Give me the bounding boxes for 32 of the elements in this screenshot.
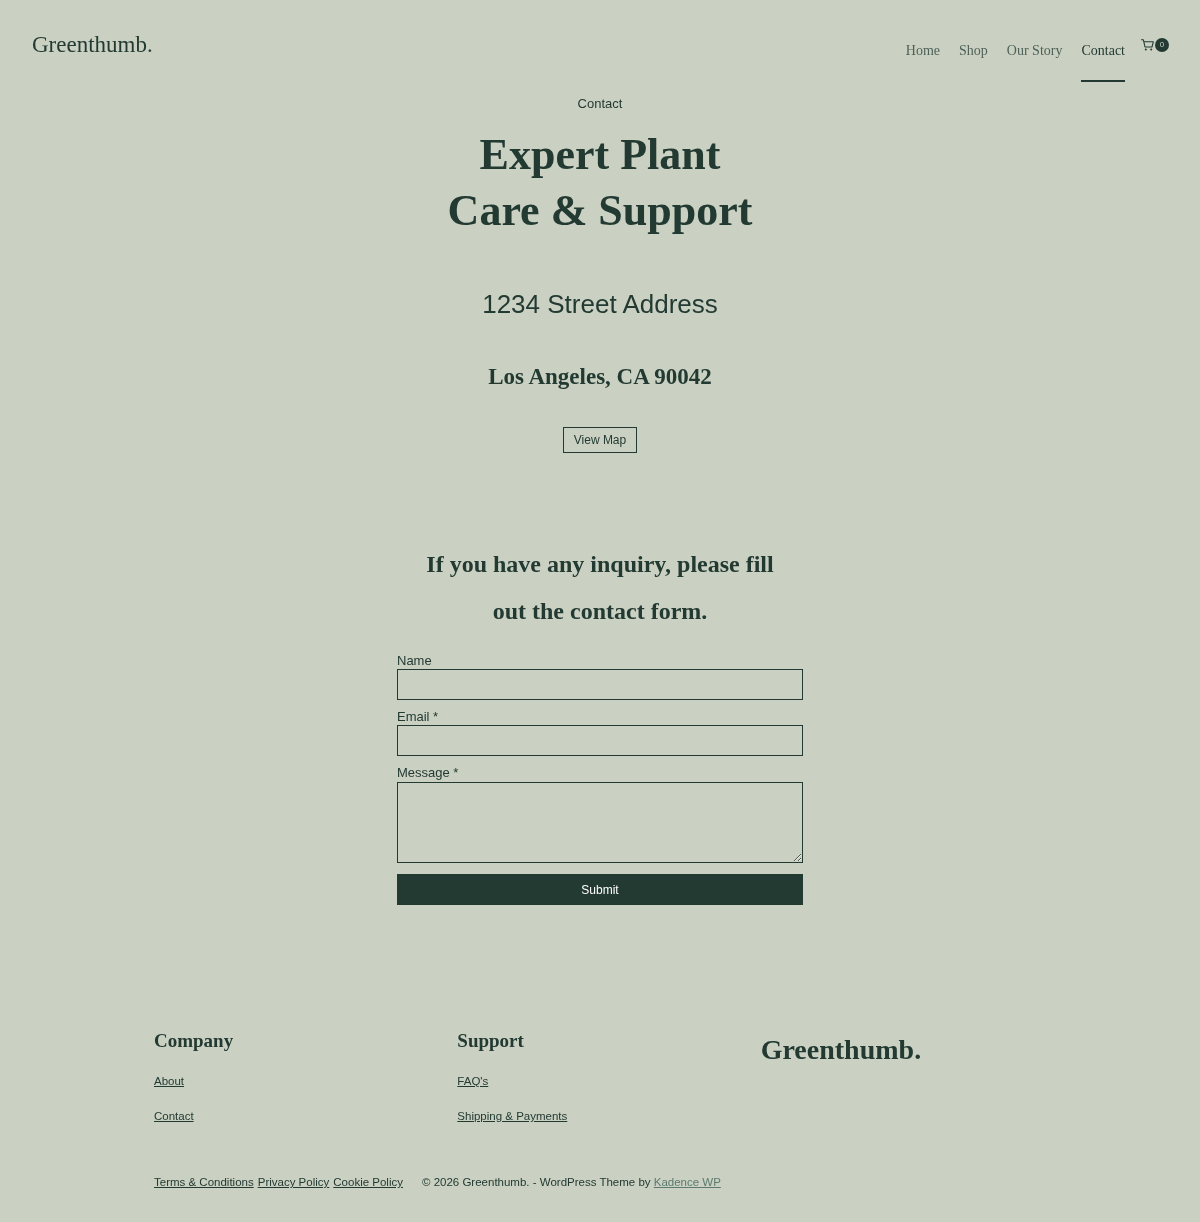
nav-link[interactable]: Our Story xyxy=(1006,20,1063,82)
nav-link[interactable]: Contact xyxy=(1081,20,1125,82)
copyright-text: © 2026 Greenthumb. - WordPress Theme by Kadence WP xyxy=(421,1175,721,1189)
footer-link[interactable]: About xyxy=(154,1074,185,1088)
cart-button[interactable]: 0 xyxy=(1141,38,1169,52)
nav-link[interactable]: Home xyxy=(905,20,941,82)
field-label: Email * xyxy=(397,709,439,725)
footer-heading: Company xyxy=(154,1029,234,1053)
field-label: Message * xyxy=(397,765,459,781)
field-label: Name xyxy=(397,653,432,669)
view-map-button[interactable]: View Map xyxy=(562,427,638,453)
cart-icon xyxy=(1141,39,1154,51)
footer-link[interactable]: Contact xyxy=(154,1109,194,1123)
cart-count-badge: 0 xyxy=(1155,38,1169,52)
form-intro: If you have any inquiry, please fill out the contact form. xyxy=(425,550,775,626)
city-address: Los Angeles, CA 90042 xyxy=(488,363,712,391)
legal-link[interactable]: Privacy Policy xyxy=(257,1175,330,1189)
breadcrumb: Contact xyxy=(577,95,623,113)
footer-heading: Support xyxy=(457,1029,524,1053)
input-field[interactable] xyxy=(397,725,803,756)
input-field[interactable] xyxy=(397,669,803,700)
site-logo[interactable]: Greenthumb. xyxy=(32,31,153,59)
page-title: Expert Plant Care & Support xyxy=(446,129,754,237)
legal-link[interactable]: Terms & Conditions xyxy=(154,1175,254,1189)
street-address: 1234 Street Address xyxy=(482,288,718,320)
footer-link[interactable]: FAQ's xyxy=(457,1074,489,1088)
message-field[interactable] xyxy=(397,782,803,863)
legal-link[interactable]: Cookie Policy xyxy=(333,1175,403,1189)
nav-link[interactable]: Shop xyxy=(959,20,988,82)
footer-logo: Greenthumb. xyxy=(760,1033,922,1067)
footer-link[interactable]: Shipping & Payments xyxy=(457,1109,568,1123)
submit-button[interactable]: Submit xyxy=(397,874,803,905)
